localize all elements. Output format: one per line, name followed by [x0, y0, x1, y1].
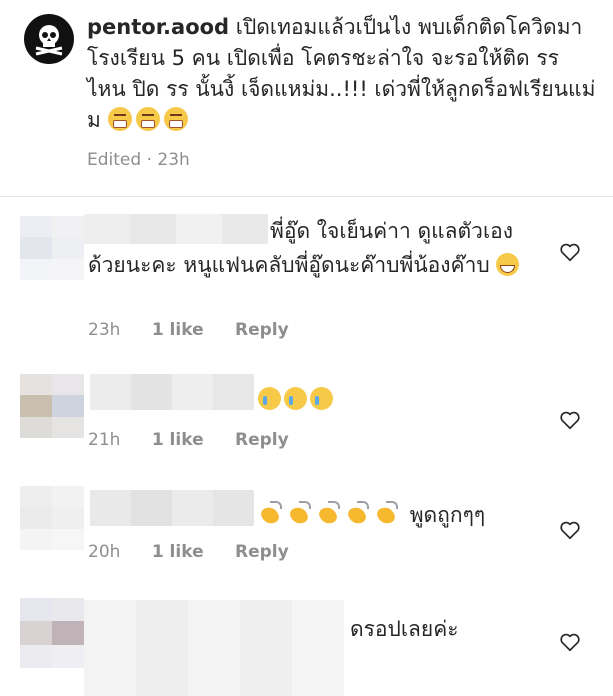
- comment-time: 20h: [88, 542, 121, 562]
- comment-meta: 21h 1 like Reply: [88, 430, 315, 450]
- reply-button[interactable]: Reply: [235, 542, 289, 562]
- steam-face-emoji-icon: [163, 107, 188, 131]
- heart-outline-icon[interactable]: [559, 519, 581, 541]
- comment-meta: 20h 1 like Reply: [88, 542, 315, 562]
- comment-likes[interactable]: 1 like: [152, 542, 204, 562]
- post-caption: pentor.aood เปิดเทอมแล้วเป็นไง พบเด็กติด…: [0, 0, 613, 196]
- post-text-block: pentor.aood เปิดเทอมแล้วเป็นไง พบเด็กติด…: [87, 12, 597, 136]
- comment-text: พี่อู๊ด ใจเย็นค่าา ดูแลตัวเอง ด้วยนะคะ ห…: [88, 214, 548, 282]
- heart-outline-icon[interactable]: [559, 631, 581, 653]
- post-emojis: [107, 107, 192, 132]
- steam-face-emoji-icon: [135, 107, 160, 131]
- divider: [0, 196, 613, 197]
- avatar[interactable]: [20, 216, 84, 280]
- avatar[interactable]: [20, 486, 84, 550]
- post-meta: Edited · 23h: [87, 150, 190, 170]
- avatar[interactable]: [20, 374, 84, 438]
- crying-face-emoji-icon: [258, 387, 281, 410]
- clapping-hands-emoji-icon: [287, 501, 314, 526]
- crying-face-emoji-icon: [284, 387, 307, 410]
- comment-likes[interactable]: 1 like: [152, 320, 204, 340]
- crying-face-emoji-icon: [310, 387, 333, 410]
- comment-text-content: ดรอปเลยค่ะ: [350, 617, 459, 641]
- post-username[interactable]: pentor.aood: [87, 15, 229, 39]
- heart-outline-icon[interactable]: [559, 241, 581, 263]
- clapping-hands-emoji-icon: [316, 501, 343, 526]
- comment-text-content: พูดถูกๆๆ: [409, 503, 486, 527]
- reply-button[interactable]: Reply: [235, 320, 289, 340]
- heart-outline-icon[interactable]: [559, 409, 581, 431]
- edited-label: Edited: [87, 150, 142, 170]
- comment-time: 21h: [88, 430, 121, 450]
- clapping-hands-emoji-icon: [374, 501, 401, 526]
- commenter-username[interactable]: [90, 374, 254, 410]
- clapping-hands-emoji-icon: [345, 501, 372, 526]
- avatar[interactable]: [20, 598, 84, 668]
- clapping-hands-emoji-icon: [258, 501, 285, 526]
- comment-text-content: พี่อู๊ด ใจเย็นค่าา ดูแลตัวเอง ด้วยนะคะ ห…: [88, 219, 513, 277]
- comment-text: พูดถูกๆๆ: [258, 498, 485, 532]
- meta-separator: ·: [146, 150, 158, 170]
- skull-crossbones-icon[interactable]: [24, 14, 74, 64]
- comment-time: 23h: [88, 320, 121, 340]
- comment-likes[interactable]: 1 like: [152, 430, 204, 450]
- commenter-username[interactable]: [84, 600, 344, 696]
- comment-text: [258, 382, 336, 416]
- comment-meta: 23h 1 like Reply: [88, 320, 315, 340]
- reply-button[interactable]: Reply: [235, 430, 289, 450]
- post-time: 23h: [157, 150, 190, 170]
- comment-text: ดรอปเลยค่ะ: [350, 612, 459, 646]
- commenter-username[interactable]: [90, 490, 254, 526]
- steam-face-emoji-icon: [107, 107, 132, 131]
- grinning-emoji-icon: [496, 253, 520, 276]
